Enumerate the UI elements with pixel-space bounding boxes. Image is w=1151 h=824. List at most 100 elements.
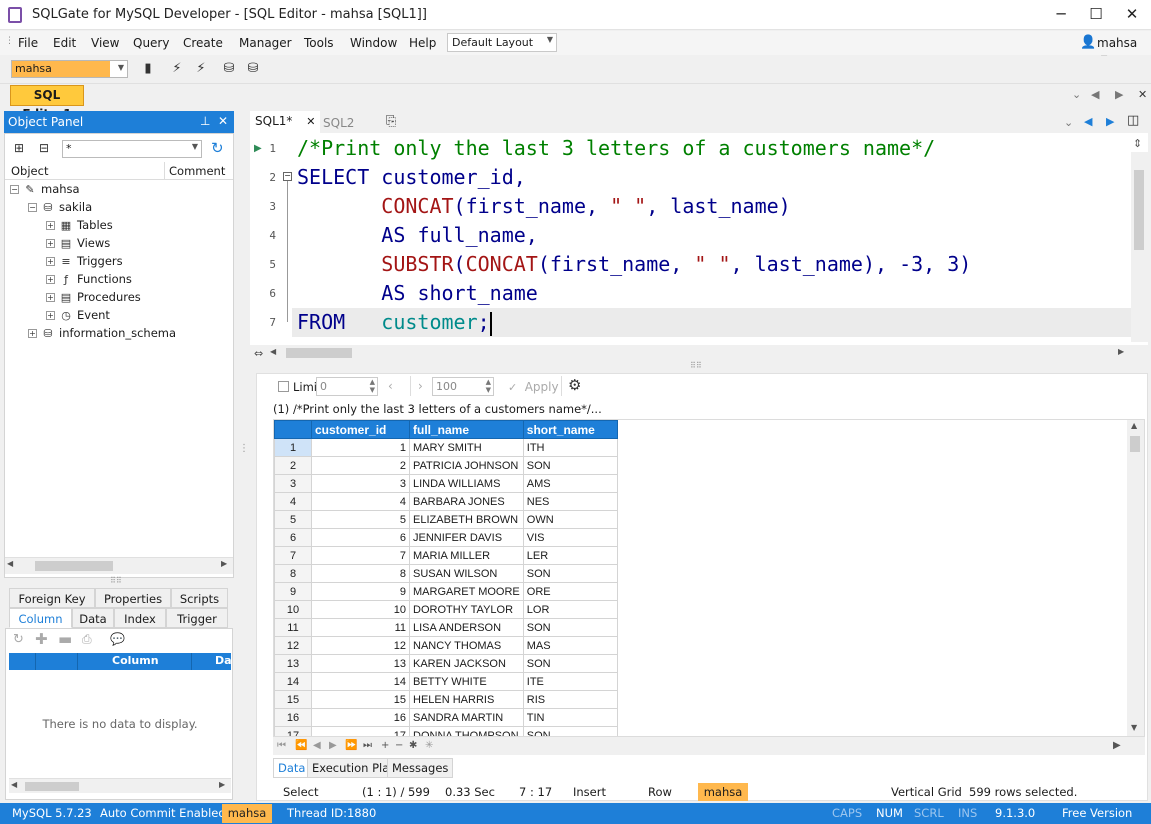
cell-full-name[interactable]: PATRICIA JOHNSON	[409, 456, 524, 475]
cell-full-name[interactable]: KAREN JACKSON	[409, 654, 524, 673]
next-page-icon[interactable]: ⏩	[345, 740, 357, 751]
table-row[interactable]: 16 16 SANDRA MARTIN TIN	[274, 708, 618, 727]
cell-short-name[interactable]: ORE	[522, 582, 618, 601]
cell-short-name[interactable]: LER	[522, 546, 618, 565]
tab-messages[interactable]: Messages	[387, 758, 454, 778]
table-row[interactable]: 9 9 MARGARET MOORE ORE	[274, 582, 618, 601]
rollback-icon[interactable]: ⛁	[244, 60, 262, 78]
expand-icon[interactable]: +	[46, 293, 55, 302]
apply-button[interactable]: ✓ Apply	[508, 380, 559, 394]
limit-input[interactable]: 0 ▲ ▼	[316, 377, 378, 396]
cell-full-name[interactable]: JENNIFER DAVIS	[409, 528, 524, 547]
cell-customer-id[interactable]: 3	[311, 474, 410, 493]
menu-file[interactable]: File	[18, 36, 38, 50]
cell-customer-id[interactable]: 8	[311, 564, 410, 583]
expand-icon[interactable]: +	[46, 311, 55, 320]
tree-node[interactable]: + ▦ Tables	[10, 216, 230, 234]
cell-customer-id[interactable]: 13	[311, 654, 410, 673]
object-filter-input[interactable]: * ▼	[62, 140, 202, 158]
tab-prev-icon[interactable]: ◀	[1091, 88, 1099, 101]
table-row[interactable]: 15 15 HELEN HARRIS RIS	[274, 690, 618, 709]
cell-full-name[interactable]: SANDRA MARTIN	[409, 708, 524, 727]
cell-full-name[interactable]: NANCY THOMAS	[409, 636, 524, 655]
cell-short-name[interactable]: VIS	[522, 528, 618, 547]
table-row[interactable]: 17 17 DONNA THOMPSON SON	[274, 726, 618, 736]
cell-full-name[interactable]: MARIA MILLER	[409, 546, 524, 565]
splitter-grip[interactable]: ⋮	[239, 443, 249, 454]
cell-customer-id[interactable]: 11	[311, 618, 410, 637]
cell-full-name[interactable]: LISA ANDERSON	[409, 618, 524, 637]
result-grid[interactable]: customer_id full_name short_name 1 1 MARY …	[273, 419, 1145, 737]
expand-icon[interactable]: +	[46, 257, 55, 266]
cell-short-name[interactable]: OWN	[522, 510, 618, 529]
split-view-icon[interactable]: ◫	[1127, 113, 1139, 128]
cell-full-name[interactable]: SUSAN WILSON	[409, 564, 524, 583]
splitter-grip[interactable]: ⠿⠿	[690, 361, 702, 370]
cell-customer-id[interactable]: 10	[311, 600, 410, 619]
split-icon[interactable]: ⇔	[254, 347, 263, 360]
menu-view[interactable]: View	[91, 36, 119, 50]
expand-icon[interactable]: +	[46, 221, 55, 230]
scroll-down-icon[interactable]: ▼	[1131, 723, 1137, 732]
tab-trigger[interactable]: Trigger	[166, 608, 228, 628]
scroll-thumb[interactable]	[286, 348, 352, 358]
fold-icon[interactable]: −	[283, 172, 292, 181]
pin-icon[interactable]: ⊥	[200, 114, 210, 128]
scroll-left-icon[interactable]: ◀	[7, 559, 13, 568]
layout-select[interactable]: Default Layout ▼	[447, 33, 557, 52]
cell-customer-id[interactable]: 1	[311, 438, 410, 457]
commit-icon[interactable]: ⛁	[220, 60, 238, 78]
prev-page-icon[interactable]: ⏪	[295, 740, 307, 751]
cell-customer-id[interactable]: 12	[311, 636, 410, 655]
add-record-icon[interactable]: +	[381, 740, 389, 751]
cell-customer-id[interactable]: 14	[311, 672, 410, 691]
cell-customer-id[interactable]: 5	[311, 510, 410, 529]
scroll-thumb[interactable]	[25, 782, 79, 791]
vertical-scrollbar[interactable]: ▲ ▼	[1127, 420, 1144, 736]
scroll-right-icon[interactable]: ▶	[1118, 347, 1124, 356]
connect-icon[interactable]: ⚡	[168, 60, 186, 78]
table-row[interactable]: 13 13 KAREN JACKSON SON	[274, 654, 618, 673]
cell-short-name[interactable]: SON	[522, 654, 618, 673]
table-row[interactable]: 4 4 BARBARA JONES NES	[274, 492, 618, 511]
table-row[interactable]: 2 2 PATRICIA JOHNSON SON	[274, 456, 618, 475]
column-header-customer-id[interactable]: customer_id	[311, 420, 410, 439]
scroll-thumb[interactable]	[1130, 436, 1140, 452]
column-header-short-name[interactable]: short_name	[522, 420, 618, 439]
tab-next-icon[interactable]: ▶	[1115, 88, 1123, 101]
cancel-record-icon[interactable]: ✳	[425, 740, 433, 751]
maximize-button[interactable]: ☐	[1079, 0, 1113, 30]
limit-checkbox[interactable]	[278, 381, 289, 392]
tree-node[interactable]: + ▤ Procedures	[10, 288, 230, 306]
minimize-button[interactable]: ─	[1044, 0, 1078, 30]
tree-node[interactable]: + ⛁ information_schema	[10, 324, 230, 342]
refresh-icon[interactable]: ↻	[211, 139, 224, 157]
cell-customer-id[interactable]: 6	[311, 528, 410, 547]
scroll-right-icon[interactable]: ▶	[1113, 740, 1121, 751]
tab-sql-editor1[interactable]: SQL Editor1	[10, 85, 84, 121]
table-row[interactable]: 14 14 BETTY WHITE ITE	[274, 672, 618, 691]
column-header-data[interactable]: Da	[215, 654, 232, 667]
tree-node[interactable]: + ◷ Event	[10, 306, 230, 324]
scroll-up-icon[interactable]: ▲	[1131, 421, 1137, 430]
close-icon[interactable]: ✕	[1138, 88, 1147, 101]
cell-customer-id[interactable]: 17	[311, 726, 410, 736]
column-header-comment[interactable]: Comment	[169, 164, 225, 178]
column-header-object[interactable]: Object	[11, 164, 48, 178]
menu-tools[interactable]: Tools	[304, 36, 334, 50]
splitter-grip[interactable]: ⠿⠿	[110, 576, 122, 585]
cell-short-name[interactable]: AMS	[522, 474, 618, 493]
tree-node[interactable]: + ƒ Functions	[10, 270, 230, 288]
autocommit-status[interactable]: Auto Commit Enabled	[100, 806, 226, 820]
cell-short-name[interactable]: RIS	[522, 690, 618, 709]
chevron-down-icon[interactable]: ⌄	[1064, 116, 1073, 129]
table-row[interactable]: 1 1 MARY SMITH ITH	[274, 438, 618, 457]
table-row[interactable]: 12 12 NANCY THOMAS MAS	[274, 636, 618, 655]
tree-node[interactable]: − ⛁ sakila	[10, 198, 230, 216]
page-size-input[interactable]: 100 ▲ ▼	[432, 377, 494, 396]
prev-record-icon[interactable]: ◀	[313, 740, 321, 751]
tab-sql1[interactable]: SQL1* ✕	[250, 111, 320, 133]
table-row[interactable]: 8 8 SUSAN WILSON SON	[274, 564, 618, 583]
cell-customer-id[interactable]: 16	[311, 708, 410, 727]
column-header-full-name[interactable]: full_name	[409, 420, 524, 439]
